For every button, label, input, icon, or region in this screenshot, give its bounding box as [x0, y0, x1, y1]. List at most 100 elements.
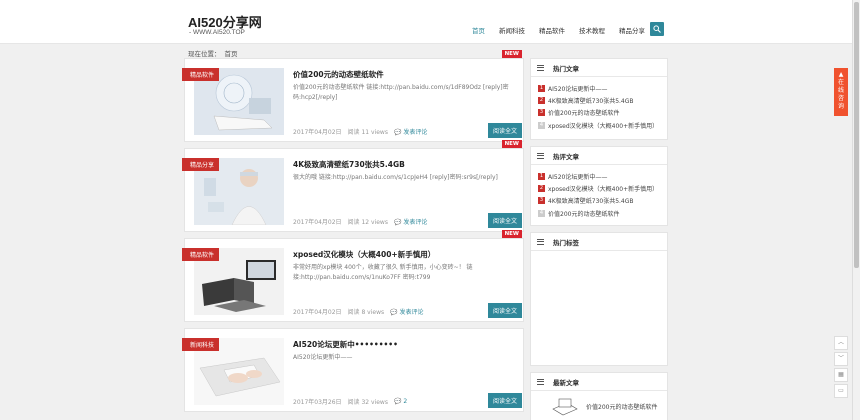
menu-icon	[537, 238, 544, 245]
widget-header: 热评文章	[531, 147, 667, 165]
new-badge: NEW	[501, 140, 522, 148]
post-date: 2017年04月02日	[293, 129, 342, 136]
widget-title: 最新文章	[553, 378, 579, 387]
list-item[interactable]: 2 4K极致高清壁纸730张共5.4GB	[538, 94, 667, 106]
comment-icon: 💬	[390, 309, 398, 316]
post-excerpt: AI520论坛更新中——	[293, 354, 353, 361]
site-subtitle: - WWW.AI520.TOP	[189, 29, 245, 36]
widget-latest-posts: 最新文章 价值200元的动态壁纸软件	[530, 372, 668, 420]
post-title[interactable]: 价值200元的动态壁纸软件	[293, 69, 384, 80]
post-meta: 2017年04月02日 阅读 8 views 💬 发表评论	[293, 307, 424, 316]
read-more-button[interactable]: 阅读全文	[487, 123, 522, 138]
latest-thumbnail[interactable]	[551, 397, 579, 417]
list-item-label: 价值200元的动态壁纸软件	[548, 210, 620, 218]
rank-badge: 3	[538, 109, 545, 117]
qrcode-button[interactable]: ▦	[834, 368, 848, 382]
nav-item-home[interactable]: 首页	[465, 21, 492, 39]
list-item-label: 4K极致高清壁纸730张共5.4GB	[548, 198, 634, 206]
post-card: NEW 精品软件 价值200元的动态壁纸软件 价值200元的动态壁纸软件 链接:…	[181, 50, 524, 142]
new-badge: NEW	[501, 230, 522, 238]
comment-icon: 💬	[393, 398, 402, 405]
list-item-label: xposed汉化模块（大概400+新手慎用）	[548, 186, 659, 194]
comment-link[interactable]: 💬 发表评论	[394, 127, 427, 136]
widget-hot-tags: 热门标签	[530, 232, 668, 366]
scrollbar-thumb[interactable]	[854, 2, 859, 268]
site-header: AI520分享网 - WWW.AI520.TOP 首页 新闻科技 精品软件 技术…	[0, 0, 852, 44]
rank-badge: 1	[538, 172, 545, 180]
list-item[interactable]: 4 价值200元的动态壁纸软件	[538, 207, 667, 219]
list-item[interactable]: 3 价值200元的动态壁纸软件	[538, 107, 667, 119]
menu-icon	[537, 152, 544, 159]
widget-hot-posts: 热门文章 1 AI520论坛更新中—— 2 4K极致高清壁纸730张共5.4GB 3…	[530, 58, 668, 140]
category-tag[interactable]: 精品软件	[181, 68, 220, 81]
post-title[interactable]: AI520论坛更新中•••••••••	[293, 339, 398, 350]
rank-badge: 2	[538, 97, 545, 105]
list-item[interactable]: 1 AI520论坛更新中——	[538, 82, 667, 94]
comment-icon: 💬	[393, 129, 402, 136]
search-button[interactable]	[650, 22, 664, 36]
comment-float-button[interactable]: ▭	[834, 384, 848, 398]
nav-item-news[interactable]: 新闻科技	[492, 21, 532, 39]
chat-icon: ▲	[838, 71, 844, 78]
menu-icon	[537, 378, 544, 385]
rank-badge: 1	[538, 84, 545, 92]
page-scrollbar[interactable]	[852, 0, 860, 420]
post-meta: 2017年04月02日 阅读 11 views 💬 发表评论	[293, 127, 427, 136]
widget-header: 热门标签	[531, 233, 667, 251]
category-tag[interactable]: 精品分享	[181, 158, 220, 171]
comment-icon: ▭	[838, 387, 844, 394]
breadcrumb-home[interactable]: 首页	[225, 50, 238, 58]
post-excerpt: 很大的哦 链接:http://pan.baidu.com/s/1cpJeH4 […	[293, 174, 498, 181]
widget-header: 热门文章	[531, 59, 667, 77]
widget-title: 热门文章	[553, 64, 579, 73]
comment-label: 发表评论	[403, 129, 428, 136]
read-more-button[interactable]: 阅读全文	[487, 393, 522, 408]
read-more-button[interactable]: 阅读全文	[487, 213, 522, 228]
category-tag[interactable]: 新闻科技	[181, 338, 220, 351]
rank-badge: 2	[538, 185, 545, 193]
online-consult-label: 在线咨询	[838, 79, 845, 110]
nav-item-tutorial[interactable]: 技术教程	[572, 21, 612, 39]
post-excerpt: 非常好用的xp模块 400个，收藏了很久 新手慎用，小心变砖~！ 链接:http…	[293, 264, 473, 281]
post-views: 阅读 12 views	[347, 219, 388, 226]
nav-item-software[interactable]: 精品软件	[532, 21, 572, 39]
qrcode-icon: ▦	[838, 371, 844, 378]
post-card: NEW 精品软件 xposed汉化模块（大概400+新手慎用） 非常好用的xp模…	[181, 230, 524, 322]
comment-link[interactable]: 💬 2	[394, 398, 407, 405]
comment-icon: 💬	[393, 219, 402, 226]
comment-link[interactable]: 💬 发表评论	[394, 217, 427, 226]
list-item-label: AI520论坛更新中——	[548, 173, 608, 181]
widget-title: 热门标签	[553, 238, 579, 247]
post-title[interactable]: 4K极致高清壁纸730张共5.4GB	[293, 159, 405, 170]
scroll-top-button[interactable]: ︿	[834, 336, 848, 350]
list-item[interactable]: 1 AI520论坛更新中——	[538, 170, 667, 182]
list-item[interactable]: 2 xposed汉化模块（大概400+新手慎用）	[538, 182, 667, 194]
nav-item-share[interactable]: 精品分享	[612, 21, 652, 39]
list-item[interactable]: 4 xposed汉化模块（大概400+新手慎用）	[538, 119, 667, 131]
post-date: 2017年03月26日	[293, 399, 342, 406]
list-item[interactable]: 3 4K极致高清壁纸730张共5.4GB	[538, 195, 667, 207]
widget-list: 1 AI520论坛更新中—— 2 xposed汉化模块（大概400+新手慎用） 34…	[531, 165, 667, 220]
menu-icon	[537, 64, 544, 71]
breadcrumb: 现在位置： 首页	[188, 48, 238, 58]
list-item-label: AI520论坛更新中——	[548, 85, 608, 93]
chevron-up-icon: ︿	[837, 339, 844, 346]
scroll-bottom-button[interactable]: ﹀	[834, 352, 848, 366]
post-title[interactable]: xposed汉化模块（大概400+新手慎用）	[293, 249, 435, 260]
widget-commented-posts: 热评文章 1 AI520论坛更新中—— 2 xposed汉化模块（大概400+新手慎…	[530, 146, 668, 226]
post-date: 2017年04月02日	[293, 219, 342, 226]
latest-item-title[interactable]: 价值200元的动态壁纸软件	[586, 402, 657, 411]
comment-label: 发表评论	[399, 309, 424, 316]
widget-list: 1 AI520论坛更新中—— 2 4K极致高清壁纸730张共5.4GB 3 价值200…	[531, 77, 667, 132]
list-item-label: 价值200元的动态壁纸软件	[548, 110, 620, 118]
rank-badge: 3	[538, 197, 545, 205]
comment-link[interactable]: 💬 发表评论	[390, 307, 423, 316]
read-more-button[interactable]: 阅读全文	[487, 303, 522, 318]
online-consult-button[interactable]: ▲ 在线咨询	[834, 68, 848, 116]
category-tag[interactable]: 精品软件	[181, 248, 220, 261]
comment-count: 2	[403, 398, 408, 405]
list-item-label: 4K极致高清壁纸730张共5.4GB	[548, 98, 634, 106]
chevron-down-icon: ﹀	[837, 355, 844, 362]
post-card: 新闻科技 AI520论坛更新中••••••••• AI520论坛更新中—— 20…	[181, 328, 524, 412]
main-nav: 首页 新闻科技 精品软件 技术教程 精品分享	[465, 21, 652, 39]
